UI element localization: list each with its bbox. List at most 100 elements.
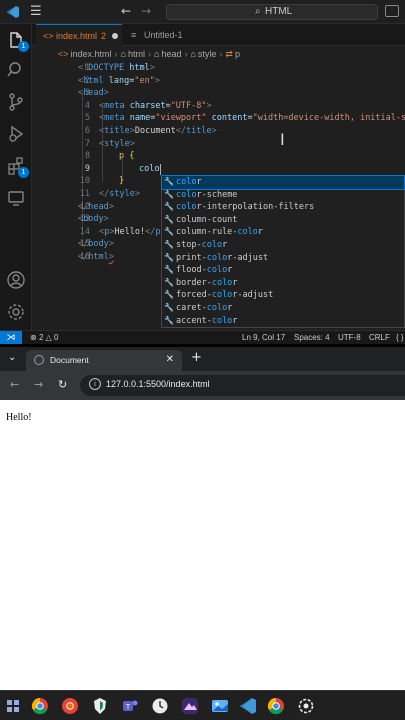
remote-explorer-icon[interactable] (6, 188, 26, 208)
code-line: </html> (78, 252, 114, 262)
settings-gear-icon[interactable] (6, 302, 26, 322)
wrench-icon: 🔧 (164, 252, 174, 262)
clock-icon[interactable] (151, 697, 169, 715)
remote-indicator-icon[interactable]: ⋊ (0, 331, 22, 345)
breadcrumb: <> index.html › ⌂ html › ⌂ head › ⌂ style › ⇄ p (32, 46, 405, 62)
suggestion-item[interactable]: 🔧 color-scheme (162, 189, 404, 202)
line-number: 6 (84, 126, 90, 136)
command-center-search[interactable]: ⌕ HTML (166, 4, 378, 20)
forward-arrow-icon[interactable]: → (141, 4, 151, 18)
close-tab-icon[interactable]: ✕ (166, 350, 174, 370)
suggestion-item[interactable]: 🔧 column-count (162, 214, 404, 227)
chrome-canary-icon[interactable] (61, 697, 79, 715)
browser-tab[interactable]: Document ✕ (26, 350, 182, 371)
suggestion-item[interactable]: 🔧 accent-color (162, 315, 404, 328)
chevron-right-icon: › (114, 49, 118, 59)
back-arrow-icon[interactable]: ← (121, 4, 131, 18)
language-mode[interactable]: { } (396, 331, 404, 344)
wrench-icon: 🔧 (164, 277, 174, 287)
suggestion-item[interactable]: 🔧 flood-color (162, 264, 404, 277)
mountain-app-icon[interactable] (181, 697, 199, 715)
chrome-icon[interactable] (31, 697, 49, 715)
suggestion-item[interactable]: 🔧 stop-color (162, 239, 404, 252)
code-line: } (119, 176, 125, 187)
page-paragraph: Hello! (6, 412, 32, 423)
wrench-icon: 🔧 (164, 227, 174, 237)
line-ending[interactable]: CRLF (369, 331, 390, 344)
forward-arrow-icon[interactable]: → (34, 378, 43, 391)
problems-status[interactable]: ⊗ 2 △ 0 (30, 331, 58, 344)
wrench-icon: 🔧 (164, 214, 174, 224)
menu-icon[interactable]: ☰ (30, 4, 42, 19)
vscode-taskbar-icon[interactable] (239, 697, 257, 715)
breadcrumb-item[interactable]: html (128, 49, 145, 59)
tab-index-html[interactable]: <> index.html 2 (36, 24, 122, 46)
code-line: <p>Hello!</p (99, 226, 161, 237)
site-info-icon[interactable]: i (89, 378, 101, 390)
extensions-icon[interactable]: 1 (6, 156, 29, 178)
code-line: <meta charset="UTF-8"> (99, 100, 212, 111)
browser-tab-title: Document (50, 355, 89, 365)
suggestion-item[interactable]: 🔧 border-color (162, 277, 404, 290)
breadcrumb-item[interactable]: index.html (71, 49, 112, 59)
indentation[interactable]: Spaces: 4 (294, 331, 330, 344)
suggestion-item[interactable]: 🔧 caret-color (162, 302, 404, 315)
tab-label: Untitled-1 (144, 30, 183, 40)
text-cursor (160, 163, 161, 175)
suggestion-item[interactable]: 🔧 color (161, 175, 405, 190)
autocomplete-suggestions[interactable]: 🔧 color 🔧 color-scheme 🔧 color-interpolatio… (161, 175, 405, 328)
code-line: <!DOCTYPE html> (78, 63, 155, 73)
error-count: 2 (38, 333, 44, 342)
reload-icon[interactable]: ↻ (58, 378, 67, 391)
windows-start-icon[interactable] (4, 697, 22, 715)
teams-icon[interactable]: T (121, 697, 139, 715)
browser-tab-strip: ⌄ Document ✕ + (0, 347, 405, 371)
warning-icon: △ (45, 333, 52, 342)
photos-icon[interactable] (211, 697, 229, 715)
extensions-badge: 1 (18, 167, 29, 178)
globe-icon (34, 355, 44, 365)
breadcrumb-item[interactable]: head (161, 49, 181, 59)
tab-untitled-1[interactable]: ≡ Untitled-1 (124, 24, 224, 46)
line-number: 8 (84, 151, 90, 162)
code-line: </style> (99, 189, 140, 199)
typed-text: colo (139, 163, 160, 174)
taskbar: T (0, 690, 405, 720)
browser-viewport[interactable]: Hello! (0, 400, 405, 690)
suggestion-item[interactable]: 🔧 column-rule-color (162, 226, 404, 239)
address-bar[interactable]: i 127.0.0.1:5500/index.html (80, 375, 405, 396)
back-arrow-icon[interactable]: ← (10, 378, 19, 391)
search-icon[interactable] (6, 60, 26, 80)
wrench-icon: 🔧 (164, 290, 174, 300)
code-line: <head> (78, 88, 109, 99)
tab-search-chevron-icon[interactable]: ⌄ (8, 352, 16, 363)
shield-app-icon[interactable] (91, 697, 109, 715)
new-tab-icon[interactable]: + (191, 350, 202, 365)
code-line: </head> (78, 201, 114, 212)
code-line: <title>Document</title> (99, 126, 217, 136)
code-line: p { (119, 151, 135, 162)
vscode-logo-icon (7, 6, 19, 18)
breadcrumb-item[interactable]: p (235, 49, 240, 59)
unsaved-dot-icon[interactable] (112, 33, 118, 39)
source-control-icon[interactable] (6, 92, 26, 112)
layout-toggle-icon[interactable] (385, 5, 399, 17)
cursor-position[interactable]: Ln 9, Col 17 (242, 331, 285, 344)
breadcrumb-item[interactable]: style (198, 49, 217, 59)
suggestion-item[interactable]: 🔧 color-interpolation-filters (162, 201, 404, 214)
element-icon: ⌂ (154, 49, 160, 59)
run-debug-icon[interactable] (6, 124, 26, 144)
chevron-right-icon: › (148, 49, 151, 59)
code-line: </body> (78, 239, 114, 250)
explorer-icon[interactable]: 1 (6, 30, 29, 52)
error-icon: ⊗ (30, 333, 37, 342)
gear-app-icon[interactable] (297, 697, 315, 715)
chrome-icon[interactable] (267, 697, 285, 715)
suggestion-item[interactable]: 🔧 print-color-adjust (162, 252, 404, 265)
code-line: <style> (99, 138, 135, 149)
encoding[interactable]: UTF-8 (338, 331, 361, 344)
suggestion-item[interactable]: 🔧 forced-color-adjust (162, 289, 404, 302)
line-number-current: 9 (84, 163, 90, 174)
line-number: 4 (84, 100, 90, 111)
account-icon[interactable] (6, 270, 26, 290)
